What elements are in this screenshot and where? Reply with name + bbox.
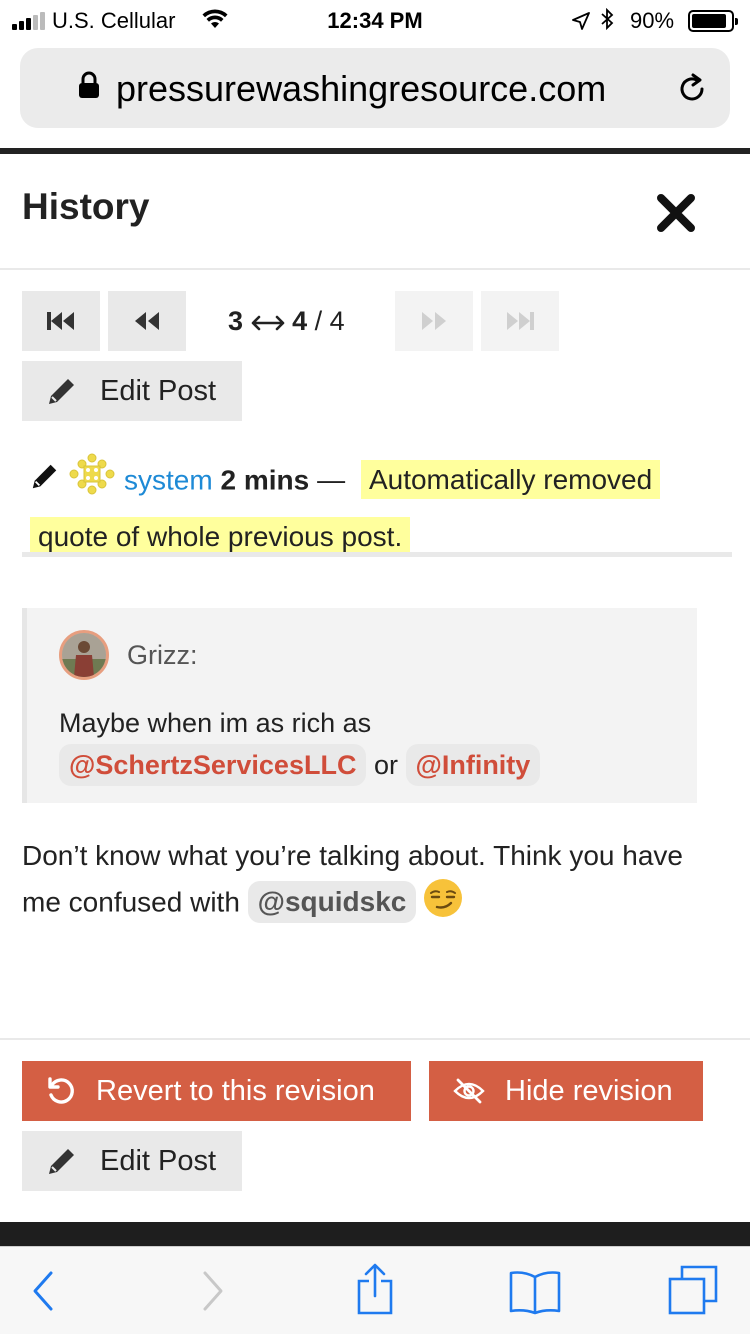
edit-post-label: Edit Post	[100, 1144, 217, 1177]
quote-connector: or	[373, 750, 398, 780]
system-avatar[interactable]	[66, 452, 118, 512]
back-icon[interactable]	[30, 1269, 56, 1318]
reload-icon[interactable]	[675, 72, 709, 111]
revert-label: Revert to this revision	[96, 1074, 375, 1107]
revert-revision-button[interactable]: Revert to this revision	[22, 1061, 411, 1121]
revision-meta: system 2 mins — Automatically removed quo…	[30, 452, 730, 562]
forward-icon	[422, 312, 446, 330]
mention-link[interactable]: @Infinity	[405, 744, 541, 786]
mention-link[interactable]: @SchertzServicesLLC	[59, 744, 367, 786]
lock-icon	[78, 71, 100, 104]
last-revision-button[interactable]	[481, 291, 559, 351]
pencil-icon	[46, 375, 78, 407]
meta-separator: —	[317, 464, 346, 496]
revision-meta-divider	[22, 552, 732, 557]
quote-text-content: Maybe when im as rich as	[59, 708, 372, 738]
revision-from: 3	[228, 306, 244, 336]
browser-toolbar	[0, 1246, 750, 1334]
location-arrow-icon	[572, 10, 590, 36]
fast-forward-icon	[507, 312, 534, 330]
revision-author-link[interactable]: system	[124, 464, 213, 495]
battery-icon	[688, 10, 738, 32]
url-text: pressurewashingresource.com	[116, 68, 607, 109]
site-header-border	[0, 148, 750, 154]
undo-icon	[46, 1076, 76, 1106]
share-icon[interactable]	[355, 1261, 395, 1320]
backward-icon	[135, 312, 159, 330]
double-arrow-icon	[251, 315, 284, 331]
revision-time: 2 mins	[220, 464, 310, 496]
modal-title: History	[22, 186, 150, 227]
quote-block: Grizz: Maybe when im as rich as @Schertz…	[22, 608, 697, 803]
next-revision-button[interactable]	[395, 291, 473, 351]
forward-nav-icon[interactable]	[200, 1269, 226, 1318]
eye-slash-icon	[453, 1078, 485, 1104]
address-bar[interactable]: pressurewashingresource.com	[20, 48, 730, 128]
post-body: Don’t know what you’re talking about. Th…	[22, 835, 722, 931]
modal-header-divider	[0, 268, 750, 270]
quote-author: Grizz:	[127, 640, 198, 670]
battery-percentage: 90%	[630, 8, 675, 33]
bookmarks-icon[interactable]	[508, 1269, 562, 1320]
revision-to: 4	[292, 306, 308, 336]
quote-text: Maybe when im as rich as @SchertzService…	[59, 702, 679, 786]
revision-total: / 4	[314, 306, 345, 336]
page-footer-band	[0, 1222, 750, 1246]
hide-revision-button[interactable]: Hide revision	[429, 1061, 703, 1121]
hide-revision-label: Hide revision	[505, 1074, 673, 1107]
pencil-icon	[30, 457, 60, 507]
edit-post-button-bottom[interactable]: Edit Post	[22, 1131, 242, 1191]
revision-counter: 3 4 / 4	[228, 306, 345, 337]
bluetooth-icon	[600, 7, 614, 36]
avatar[interactable]	[59, 630, 109, 680]
fast-backward-icon	[47, 312, 74, 330]
edit-post-label: Edit Post	[100, 374, 217, 407]
mention-link[interactable]: @squidskc	[247, 881, 417, 924]
tabs-icon[interactable]	[668, 1265, 720, 1320]
pencil-icon	[46, 1145, 78, 1177]
first-revision-button[interactable]	[22, 291, 100, 351]
status-bar: U.S. Cellular 12:34 PM 90%	[0, 0, 750, 40]
modal-footer-divider	[0, 1038, 750, 1040]
close-icon[interactable]	[656, 193, 696, 238]
edit-post-button-top[interactable]: Edit Post	[22, 361, 242, 421]
smirk-emoji-icon	[422, 877, 464, 931]
previous-revision-button[interactable]	[108, 291, 186, 351]
